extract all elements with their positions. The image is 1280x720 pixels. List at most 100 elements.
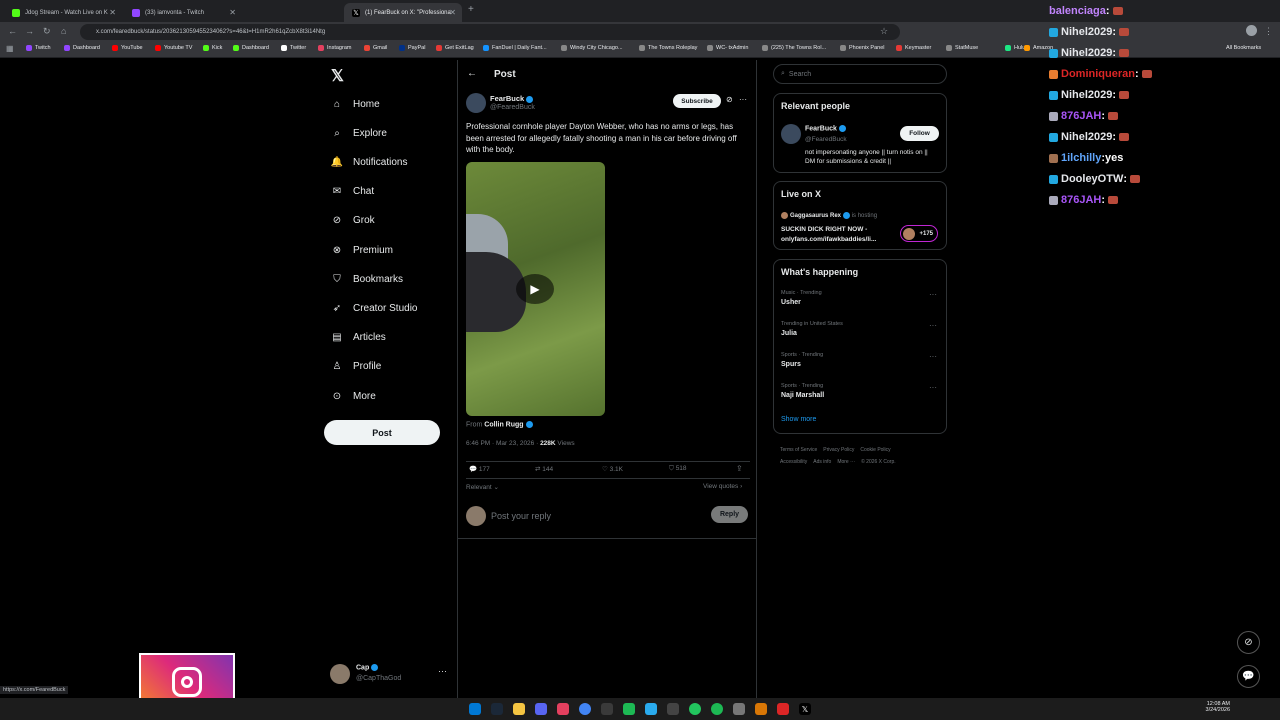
apps-icon[interactable]: ▦ xyxy=(6,44,14,53)
bookmark-item[interactable]: Twitter xyxy=(281,45,306,51)
bookmark-item[interactable]: YouTube xyxy=(112,45,143,51)
footer-link[interactable]: Cookie Policy xyxy=(860,447,890,453)
more-icon[interactable]: ··· xyxy=(438,666,447,676)
app-icon[interactable] xyxy=(601,703,613,715)
bookmark-item[interactable]: Keymaster xyxy=(896,45,931,51)
all-bookmarks[interactable]: All Bookmarks xyxy=(1226,45,1261,51)
app-icon[interactable] xyxy=(777,703,789,715)
nav-item-home[interactable]: ⌂ Home xyxy=(330,97,380,111)
more-icon[interactable]: ··· xyxy=(929,290,937,299)
close-icon[interactable]: ✕ xyxy=(449,8,456,17)
bookmark-item[interactable]: Dashboard xyxy=(233,45,269,51)
browser-tab[interactable]: Jdog Stream - Watch Live on K ✕ xyxy=(4,3,122,22)
like-count[interactable]: ♡ 3.1K xyxy=(602,465,623,473)
trend-topic[interactable]: Spurs xyxy=(781,361,801,368)
x-logo-icon[interactable]: 𝕏 xyxy=(799,703,811,715)
bookmark-item[interactable]: Instagram xyxy=(318,45,351,51)
trend-topic[interactable]: Naji Marshall xyxy=(781,392,824,399)
app-icon[interactable] xyxy=(667,703,679,715)
more-icon[interactable]: ··· xyxy=(929,383,937,392)
app-icon[interactable] xyxy=(645,703,657,715)
browser-tab[interactable]: (33) iamvonta - Twitch ✕ xyxy=(124,3,242,22)
nav-item-creator-studio[interactable]: ➶ Creator Studio xyxy=(330,301,418,315)
url-input[interactable]: x.com/fearedbuck/status/2036213059455234… xyxy=(80,24,900,40)
obs-icon[interactable] xyxy=(733,703,745,715)
video-thumbnail[interactable]: ▶ xyxy=(466,162,605,416)
reply-button[interactable]: Reply xyxy=(711,506,748,523)
adobe-icon[interactable] xyxy=(557,703,569,715)
from-name[interactable]: Collin Rugg xyxy=(484,421,523,428)
bookmark-item[interactable]: Phoenix Panel xyxy=(840,45,884,51)
nav-item-chat[interactable]: ✉ Chat xyxy=(330,185,374,199)
bookmark-count[interactable]: ⛉ 518 xyxy=(669,465,687,473)
reply-count[interactable]: 💬 177 xyxy=(469,465,490,473)
steam-icon[interactable] xyxy=(491,703,503,715)
nav-item-explore[interactable]: ⌕ Explore xyxy=(330,126,387,140)
discord-icon[interactable] xyxy=(535,703,547,715)
forward-icon[interactable]: → xyxy=(25,26,34,36)
more-icon[interactable]: ··· xyxy=(929,321,937,330)
nav-item-articles[interactable]: ▤ Articles xyxy=(330,331,386,345)
account-name[interactable]: Cap xyxy=(356,664,379,671)
home-icon[interactable]: ⌂ xyxy=(61,26,66,36)
bookmark-item[interactable]: Gmail xyxy=(364,45,387,51)
footer-link[interactable]: Terms of Service xyxy=(780,447,817,453)
bookmark-item[interactable]: Hulu xyxy=(1005,45,1025,51)
live-stream-title[interactable]: SUCKIN DICK RIGHT NOW - onlyfans.com/ifa… xyxy=(781,225,897,245)
star-icon[interactable]: ☆ xyxy=(880,26,888,37)
share-icon[interactable]: ⇪ xyxy=(736,464,743,473)
clock[interactable]: 12:08 AM 3/24/2026 xyxy=(1200,701,1230,713)
play-icon[interactable]: ▶ xyxy=(516,274,554,304)
footer-link[interactable]: Accessibility xyxy=(780,459,807,465)
close-icon[interactable]: ✕ xyxy=(109,8,116,17)
reload-icon[interactable]: ↻ xyxy=(43,26,51,37)
nav-item-premium[interactable]: ⊗ Premium xyxy=(330,243,393,257)
subscribe-button[interactable]: Subscribe xyxy=(673,94,721,108)
grok-icon[interactable]: ⊘ xyxy=(726,95,733,104)
avatar[interactable] xyxy=(781,124,801,144)
app-icon[interactable] xyxy=(689,703,701,715)
new-tab-icon[interactable]: + xyxy=(468,4,474,15)
footer-link[interactable]: © 2026 X Corp. xyxy=(861,459,896,465)
back-icon[interactable]: ← xyxy=(8,26,17,36)
bookmark-item[interactable]: (225) The Towns Rol... xyxy=(762,45,826,51)
relevant-sort[interactable]: Relevant ⌄ xyxy=(466,483,499,491)
bookmark-item[interactable]: StatMuse xyxy=(946,45,978,51)
trend-topic[interactable]: Usher xyxy=(781,299,801,306)
app-icon[interactable] xyxy=(623,703,635,715)
person-name[interactable]: FearBuck xyxy=(805,125,846,132)
live-host[interactable]: Gaggasaurus Rex is hosting xyxy=(781,212,877,219)
bookmark-item[interactable]: Windy City Chicago... xyxy=(561,45,623,51)
footer-link[interactable]: Privacy Policy xyxy=(823,447,854,453)
avatar[interactable] xyxy=(1246,25,1257,36)
author-name[interactable]: FearBuck xyxy=(490,94,534,103)
show-more-link[interactable]: Show more xyxy=(781,416,816,423)
bookmark-item[interactable]: PayPal xyxy=(399,45,425,51)
footer-link[interactable]: More ··· xyxy=(837,459,855,465)
search-input[interactable]: ⌕ Search xyxy=(773,64,947,84)
nav-item-more[interactable]: ⊙ More xyxy=(330,389,376,403)
follow-button[interactable]: Follow xyxy=(900,126,939,141)
app-icon[interactable] xyxy=(755,703,767,715)
trend-topic[interactable]: Julia xyxy=(781,330,797,337)
bookmark-item[interactable]: WC- txAdmin xyxy=(707,45,748,51)
chrome-icon[interactable] xyxy=(579,703,591,715)
bookmark-item[interactable]: Dashboard xyxy=(64,45,100,51)
x-logo-icon[interactable]: 𝕏 xyxy=(331,66,344,86)
bookmark-item[interactable]: FanDuel | Daily Fant... xyxy=(483,45,547,51)
repost-count[interactable]: ⇄ 144 xyxy=(535,465,553,473)
back-arrow-icon[interactable]: ← xyxy=(467,68,477,79)
spotify-icon[interactable] xyxy=(711,703,723,715)
footer-link[interactable]: Ads info xyxy=(813,459,831,465)
grok-icon[interactable]: ⊘ xyxy=(1237,631,1260,654)
menu-icon[interactable]: ⋮ xyxy=(1264,26,1273,37)
bookmark-item[interactable]: Youtube TV xyxy=(155,45,192,51)
bookmark-item[interactable]: Twitch xyxy=(26,45,51,51)
nav-item-profile[interactable]: ♙ Profile xyxy=(330,360,382,374)
more-icon[interactable]: ··· xyxy=(929,352,937,361)
nav-item-grok[interactable]: ⊘ Grok xyxy=(330,214,375,228)
more-icon[interactable]: ··· xyxy=(739,95,747,104)
close-icon[interactable]: ✕ xyxy=(229,8,236,17)
bookmark-item[interactable]: The Towns Roleplay xyxy=(639,45,697,51)
nav-item-notifications[interactable]: 🔔 Notifications xyxy=(330,155,408,169)
